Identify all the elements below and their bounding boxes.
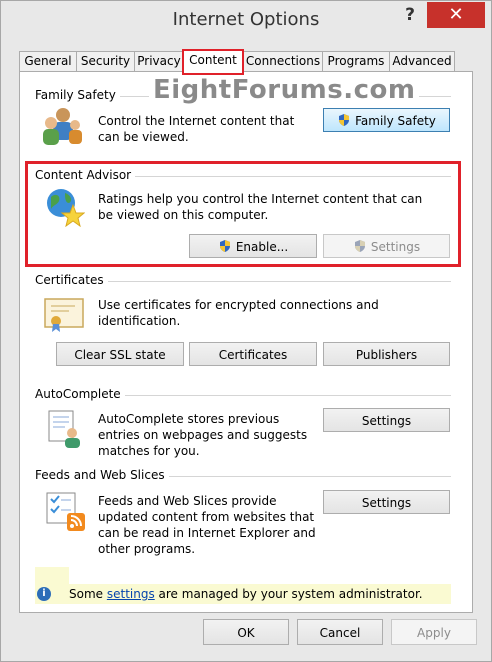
clear-ssl-state-button[interactable]: Clear SSL state xyxy=(56,342,184,366)
help-button[interactable]: ? xyxy=(395,4,425,26)
feeds-icon xyxy=(46,492,85,531)
content-advisor-settings-label: Settings xyxy=(370,240,421,254)
family-safety-button[interactable]: Family Safety xyxy=(323,108,450,132)
feeds-settings-button[interactable]: Settings xyxy=(323,490,450,514)
autocomplete-icon xyxy=(48,410,80,448)
content-advisor-enable-button[interactable]: Enable... xyxy=(189,234,317,258)
tab-connections[interactable]: Connections xyxy=(243,51,323,71)
tab-general[interactable]: General xyxy=(19,51,77,71)
content-advisor-settings-button[interactable]: Settings xyxy=(323,234,450,258)
internet-options-window: Internet Options ? ✕ General Security Pr… xyxy=(0,0,492,662)
info-icon: i xyxy=(37,587,51,601)
certificates-button[interactable]: Certificates xyxy=(189,342,317,366)
enable-button-label: Enable... xyxy=(235,240,289,254)
info-prefix: Some xyxy=(69,587,107,601)
uac-shield-icon xyxy=(354,240,365,252)
feeds-description: Feeds and Web Slices provide updated con… xyxy=(98,494,316,556)
uac-shield-icon xyxy=(339,114,350,126)
family-safety-button-label: Family Safety xyxy=(355,114,436,128)
close-button[interactable]: ✕ xyxy=(427,2,485,28)
ok-button[interactable]: OK xyxy=(203,619,289,645)
info-bar-tab xyxy=(35,567,69,585)
family-safety-icon xyxy=(43,108,82,145)
tab-privacy[interactable]: Privacy xyxy=(134,51,184,71)
content-advisor-icon xyxy=(47,189,85,227)
tab-advanced[interactable]: Advanced xyxy=(389,51,455,71)
uac-shield-icon xyxy=(219,240,230,252)
autocomplete-heading: AutoComplete xyxy=(35,387,125,401)
autocomplete-description: AutoComplete stores previous entries on … xyxy=(98,412,308,458)
info-bar-text: Some settings are managed by your system… xyxy=(69,587,423,601)
publishers-button[interactable]: Publishers xyxy=(323,342,450,366)
tab-programs[interactable]: Programs xyxy=(322,51,390,71)
certificate-icon xyxy=(44,298,84,332)
family-safety-description: Control the Internet content that can be… xyxy=(98,114,295,144)
certificates-description: Use certificates for encrypted connectio… xyxy=(98,298,379,328)
tab-content[interactable]: Content xyxy=(182,49,244,75)
apply-button[interactable]: Apply xyxy=(391,619,477,645)
autocomplete-settings-button[interactable]: Settings xyxy=(323,408,450,432)
certificates-heading: Certificates xyxy=(35,273,108,287)
tab-security[interactable]: Security xyxy=(76,51,135,71)
watermark: EightForums.com xyxy=(149,75,420,105)
content-advisor-description: Ratings help you control the Internet co… xyxy=(98,192,423,222)
settings-link[interactable]: settings xyxy=(107,587,155,601)
content-advisor-heading: Content Advisor xyxy=(35,168,136,182)
cancel-button[interactable]: Cancel xyxy=(297,619,383,645)
family-safety-heading: Family Safety xyxy=(35,88,120,102)
info-suffix: are managed by your system administrator… xyxy=(154,587,423,601)
feeds-heading: Feeds and Web Slices xyxy=(35,468,169,482)
title-bar: Internet Options ? ✕ xyxy=(1,1,491,39)
